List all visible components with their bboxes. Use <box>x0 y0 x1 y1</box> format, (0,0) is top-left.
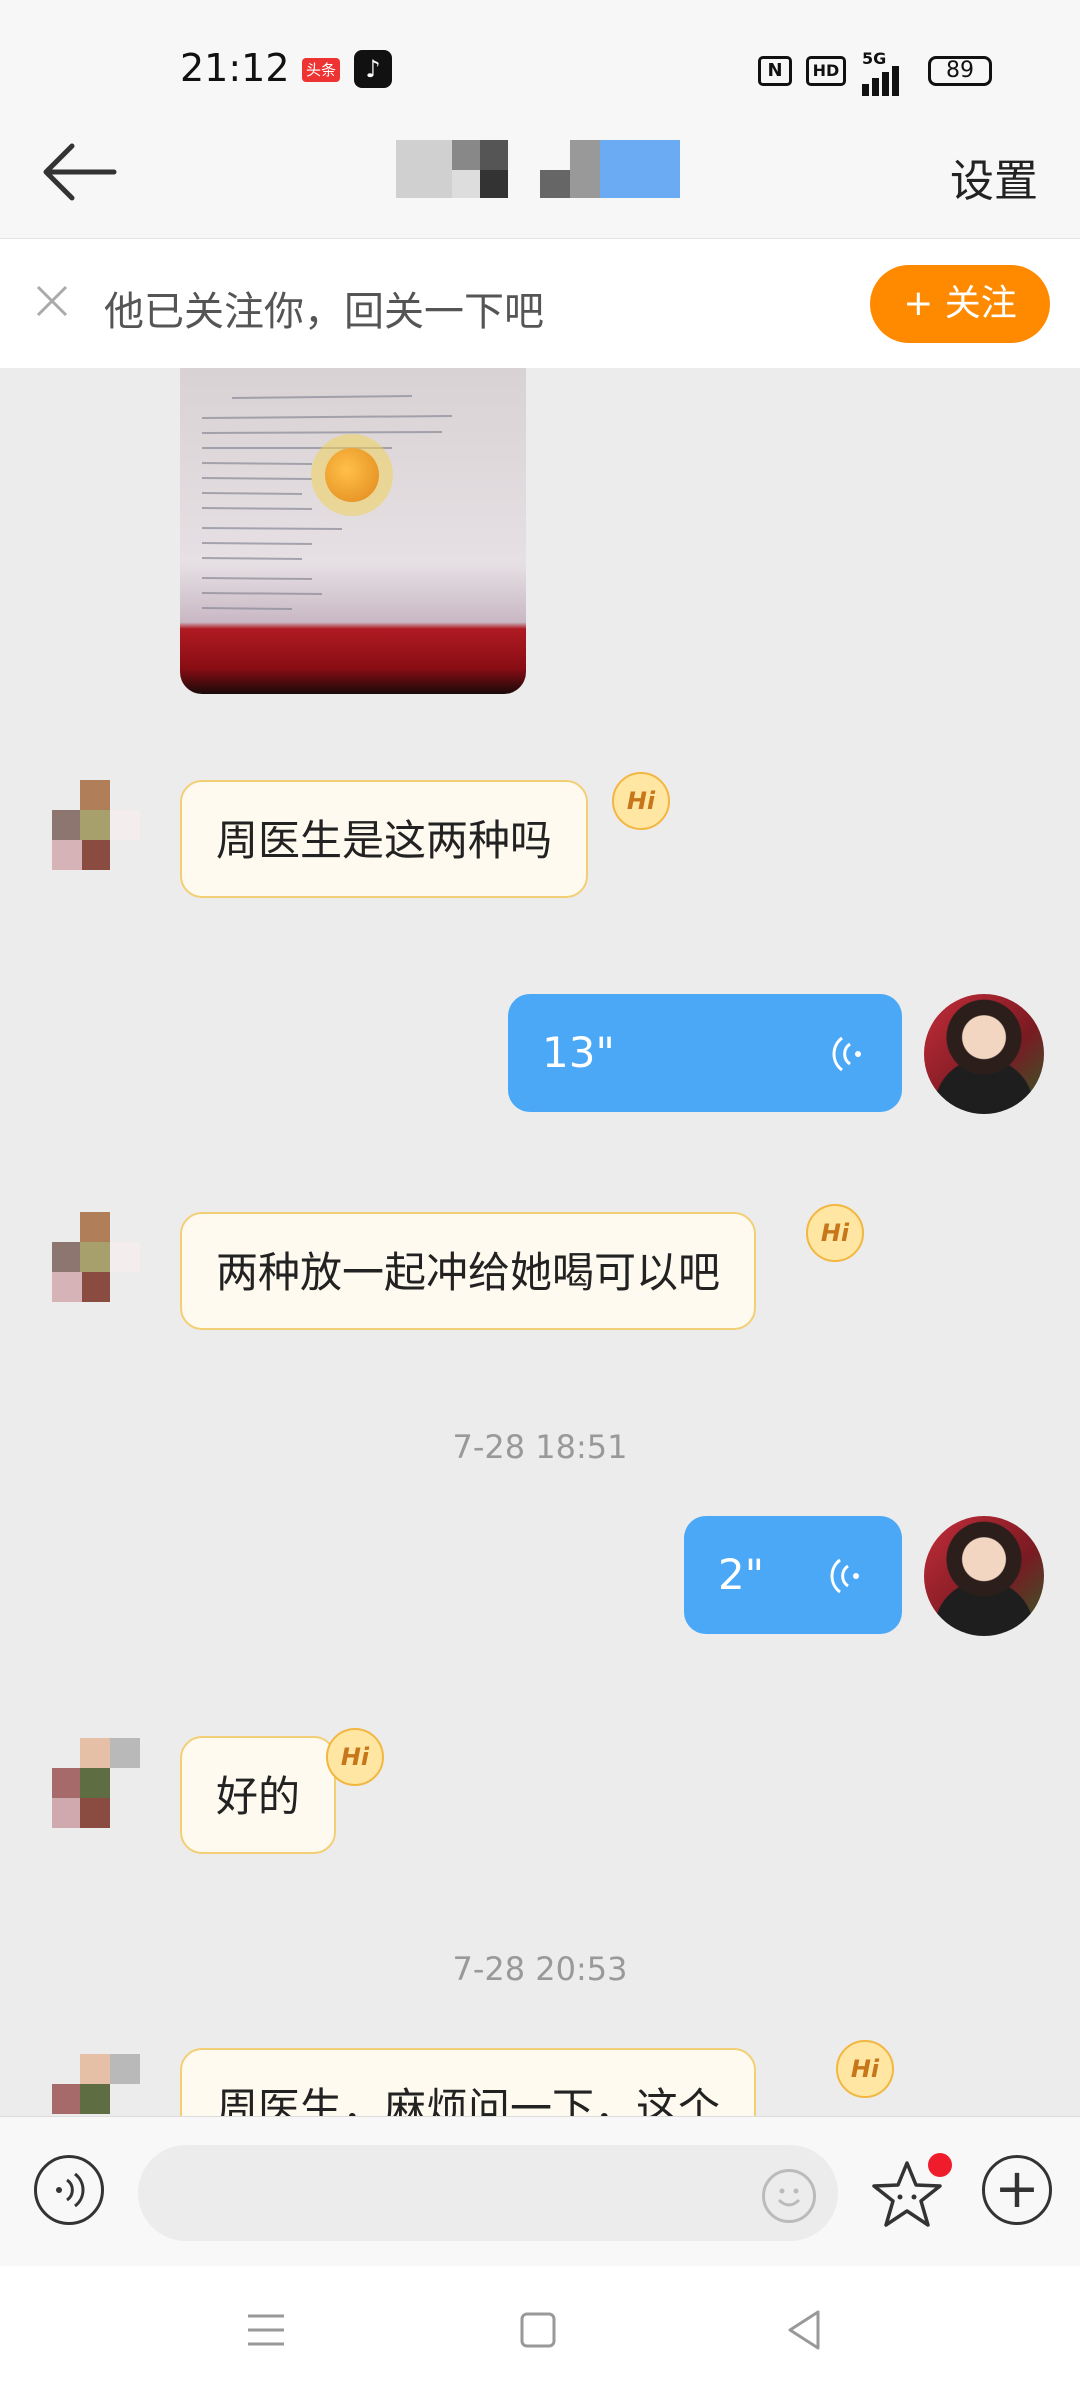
incoming-message-bubble[interactable]: 周医生是这两种吗 <box>180 780 589 898</box>
follow-button[interactable]: + 关注 <box>870 265 1050 343</box>
close-icon[interactable] <box>32 281 72 321</box>
incoming-message-bubble[interactable]: 两种放一起冲给她喝可以吧 <box>180 1212 757 1330</box>
voice-wave-icon <box>830 1558 859 1594</box>
message-timestamp: 7-28 20:53 <box>452 1950 628 1988</box>
partial-message-row: 周医生，麻烦问一下，这个 Hi <box>0 2040 1080 2116</box>
voice-duration: 13" <box>542 1028 615 1077</box>
voice-input-icon[interactable] <box>34 2155 104 2225</box>
system-navigation-bar <box>0 2266 1080 2400</box>
douyin-app-icon: ♪ <box>354 50 392 88</box>
back-triangle-icon[interactable] <box>784 2308 824 2352</box>
follow-suggestion-bar: 他已关注你，回关一下吧 + 关注 <box>0 238 1080 368</box>
hi-badge: Hi <box>326 1728 384 1786</box>
emoji-icon[interactable] <box>762 2169 816 2223</box>
menu-icon[interactable] <box>246 2310 286 2350</box>
hi-badge: Hi <box>806 1204 864 1262</box>
contact-avatar[interactable] <box>28 1212 148 1332</box>
status-time: 21:12 <box>180 46 290 90</box>
voice-wave-icon <box>832 1036 861 1072</box>
incoming-message-bubble[interactable]: 周医生，麻烦问一下，这个 <box>180 2048 757 2116</box>
image-message[interactable] <box>180 368 526 694</box>
product-image <box>325 448 379 502</box>
hi-badge: Hi <box>612 772 670 830</box>
message-input[interactable] <box>138 2145 838 2241</box>
contact-avatar[interactable] <box>28 1738 148 1858</box>
voice-duration: 2" <box>718 1550 765 1599</box>
user-avatar[interactable] <box>924 994 1044 1114</box>
settings-button[interactable]: 设置 <box>950 145 1038 209</box>
follow-suggestion-text: 他已关注你，回关一下吧 <box>104 289 544 335</box>
outgoing-voice-message[interactable]: 13" <box>508 994 902 1112</box>
home-square-icon[interactable] <box>518 2310 558 2350</box>
hd-icon: HD <box>806 56 846 86</box>
contact-avatar[interactable] <box>28 2054 148 2116</box>
contact-name-mosaic <box>396 140 686 198</box>
message-input-bar: + <box>0 2116 1080 2266</box>
incoming-message-bubble[interactable]: 好的 <box>180 1736 337 1854</box>
toutiao-app-icon: 头条 <box>302 58 340 82</box>
back-arrow-icon[interactable] <box>40 140 120 204</box>
battery-indicator: 89 <box>928 56 992 86</box>
voice-input-glyph <box>56 2172 85 2208</box>
network-type-label: 5G <box>862 49 887 68</box>
message-timestamp: 7-28 18:51 <box>452 1428 628 1466</box>
signal-icon: 5G <box>862 49 902 96</box>
plus-icon[interactable]: + <box>982 2155 1052 2225</box>
user-avatar[interactable] <box>924 1516 1044 1636</box>
outgoing-voice-message[interactable]: 2" <box>684 1516 902 1634</box>
top-header: 21:12 头条 ♪ N HD 5G 89 设置 <box>0 0 1080 238</box>
emoji-face <box>777 2188 801 2207</box>
contact-avatar[interactable] <box>28 780 148 900</box>
hi-badge: Hi <box>836 2040 894 2098</box>
nfc-icon: N <box>758 56 792 86</box>
notification-dot <box>928 2153 952 2177</box>
document-photo <box>201 395 453 610</box>
